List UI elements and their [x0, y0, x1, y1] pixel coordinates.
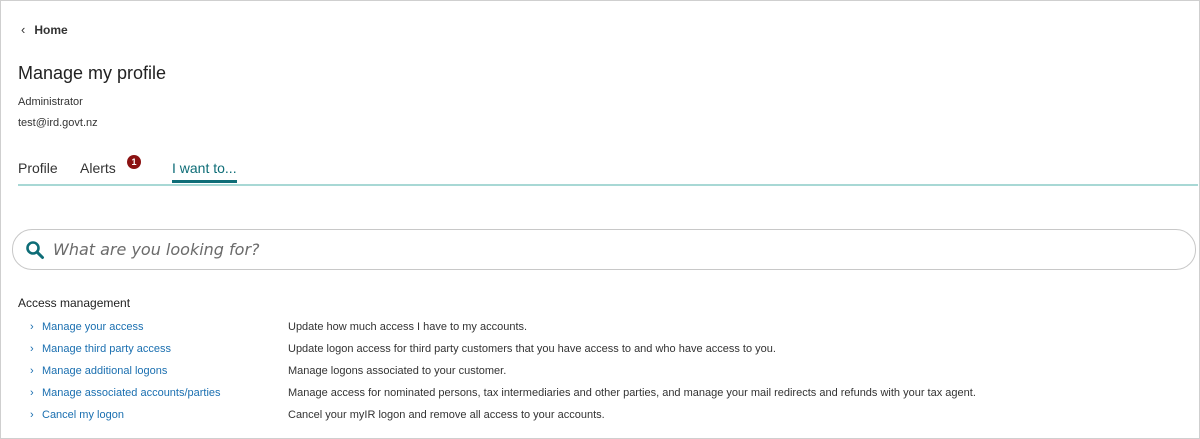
- list-item: › Manage associated accounts/parties Man…: [18, 382, 1188, 404]
- back-home-link[interactable]: ‹ Home: [21, 22, 68, 37]
- link-manage-third-party-access[interactable]: Manage third party access: [42, 343, 288, 355]
- search-icon: [26, 240, 44, 259]
- chevron-right-icon: ›: [30, 365, 34, 377]
- list-item: › Manage third party access Update logon…: [18, 338, 1188, 360]
- item-description: Manage access for nominated persons, tax…: [288, 387, 976, 399]
- link-manage-your-access[interactable]: Manage your access: [42, 321, 288, 333]
- alerts-count-badge: 1: [127, 155, 141, 169]
- list-item: › Cancel my logon Cancel your myIR logon…: [18, 404, 1188, 426]
- chevron-right-icon: ›: [30, 409, 34, 421]
- list-item: › Manage additional logons Manage logons…: [18, 360, 1188, 382]
- item-description: Update how much access I have to my acco…: [288, 321, 528, 333]
- page-title: Manage my profile: [18, 63, 167, 83]
- access-management-list: › Manage your access Update how much acc…: [18, 316, 1188, 426]
- tab-i-want-to[interactable]: I want to...: [172, 160, 237, 183]
- search-input[interactable]: [53, 240, 953, 259]
- tab-profile[interactable]: Profile: [18, 160, 58, 176]
- chevron-right-icon: ›: [30, 343, 34, 355]
- chevron-left-icon: ‹: [21, 22, 26, 37]
- search-box: [12, 229, 1196, 270]
- item-description: Update logon access for third party cust…: [288, 343, 776, 355]
- back-label: Home: [34, 22, 68, 37]
- link-cancel-my-logon[interactable]: Cancel my logon: [42, 409, 288, 421]
- chevron-right-icon: ›: [30, 321, 34, 333]
- user-email: test@ird.govt.nz: [18, 117, 98, 129]
- tab-alerts-label: Alerts: [80, 160, 116, 176]
- section-title-access-management: Access management: [18, 296, 131, 310]
- list-item: › Manage your access Update how much acc…: [18, 316, 1188, 338]
- chevron-right-icon: ›: [30, 387, 34, 399]
- link-manage-associated-accounts[interactable]: Manage associated accounts/parties: [42, 387, 288, 399]
- item-description: Manage logons associated to your custome…: [288, 365, 507, 377]
- item-description: Cancel your myIR logon and remove all ac…: [288, 409, 605, 421]
- user-role: Administrator: [18, 96, 83, 108]
- tab-bar: Profile Alerts 1 I want to...: [18, 155, 1198, 186]
- link-manage-additional-logons[interactable]: Manage additional logons: [42, 365, 288, 377]
- tab-alerts[interactable]: Alerts: [80, 160, 116, 176]
